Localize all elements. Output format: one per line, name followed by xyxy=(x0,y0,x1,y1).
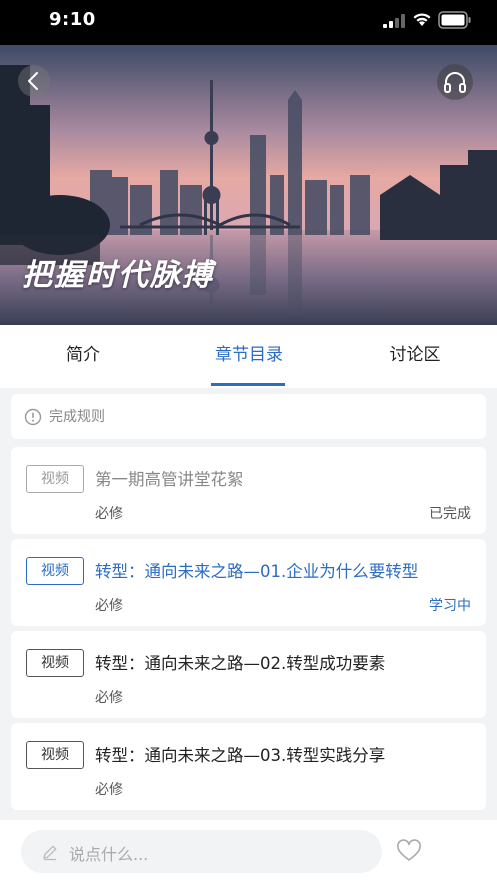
required-label: 必修 xyxy=(95,506,123,522)
status-time: 9:10 xyxy=(49,9,96,30)
tab-intro[interactable]: 简介 xyxy=(40,325,126,388)
wifi-icon xyxy=(413,13,431,26)
comment-input[interactable]: 说点什么... xyxy=(21,830,382,873)
back-button[interactable] xyxy=(18,65,50,97)
chapter-item[interactable]: 视频 转型：通向未来之路—01.企业为什么要转型 必修 学习中 xyxy=(11,539,486,626)
hero-banner: 把握时代脉搏 xyxy=(0,45,497,325)
required-label: 必修 xyxy=(95,782,123,798)
tab-discussion[interactable]: 讨论区 xyxy=(372,325,458,388)
tab-chapters[interactable]: 章节目录 xyxy=(196,325,302,388)
comment-placeholder: 说点什么... xyxy=(69,845,149,864)
cellular-signal-icon xyxy=(383,14,405,28)
video-badge: 视频 xyxy=(26,465,84,493)
battery-icon xyxy=(438,11,471,29)
video-badge: 视频 xyxy=(26,649,84,677)
chapter-item[interactable]: 视频 第一期高管讲堂花絮 必修 已完成 xyxy=(11,447,486,534)
chapter-title: 转型：通向未来之路—01.企业为什么要转型 xyxy=(95,562,419,581)
completion-rules-label: 完成规则 xyxy=(49,409,105,425)
chevron-left-icon xyxy=(28,72,38,90)
audio-button[interactable] xyxy=(437,64,473,100)
heart-icon[interactable] xyxy=(396,839,422,863)
chapter-item[interactable]: 视频 转型：通向未来之路—03.转型实践分享 必修 xyxy=(11,723,486,810)
chapter-status: 学习中 xyxy=(429,598,471,614)
tab-bar: 简介 章节目录 讨论区 xyxy=(0,325,497,388)
completion-rules[interactable]: 完成规则 xyxy=(11,394,486,439)
video-badge: 视频 xyxy=(26,557,84,585)
status-bar: 9:10 xyxy=(0,0,497,45)
chapter-title: 转型：通向未来之路—03.转型实践分享 xyxy=(95,746,386,765)
hero-caption: 把握时代脉搏 xyxy=(22,258,214,293)
chapter-title: 第一期高管讲堂花絮 xyxy=(95,470,244,489)
headphones-icon xyxy=(444,72,466,93)
tab-active-indicator xyxy=(211,383,285,386)
comment-bar: 说点什么... xyxy=(0,820,497,883)
chapter-title: 转型：通向未来之路—02.转型成功要素 xyxy=(95,654,386,673)
required-label: 必修 xyxy=(95,598,123,614)
info-icon xyxy=(24,408,42,426)
pencil-icon xyxy=(43,845,57,861)
chapter-status: 已完成 xyxy=(429,506,471,522)
required-label: 必修 xyxy=(95,690,123,706)
video-badge: 视频 xyxy=(26,741,84,769)
chapter-item[interactable]: 视频 转型：通向未来之路—02.转型成功要素 必修 xyxy=(11,631,486,718)
